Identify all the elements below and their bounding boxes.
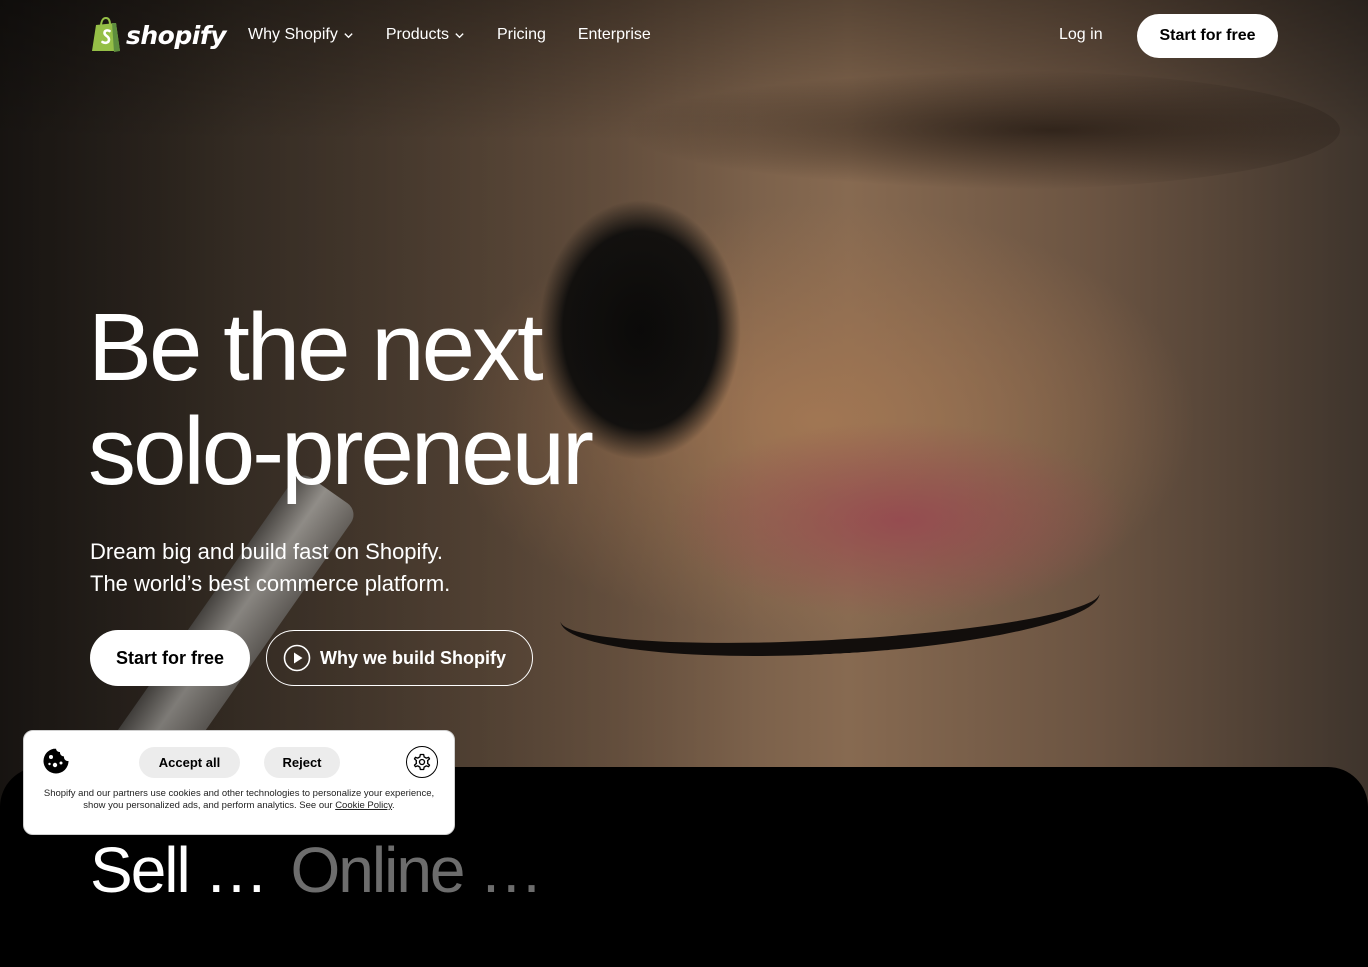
hero-sub-line2: The world’s best commerce platform. — [90, 571, 451, 596]
cookie-notice-text: Shopify and our partners use cookies and… — [43, 788, 435, 811]
next-section-heading-part-a: Sell … — [90, 834, 268, 906]
cookie-policy-link[interactable]: Cookie Policy — [335, 800, 392, 811]
next-section-heading: Sell … Online … — [90, 838, 543, 902]
hero-headline-line2: solo-preneur — [88, 398, 594, 505]
play-circle-icon — [283, 644, 311, 672]
shopping-bag-icon — [92, 17, 120, 52]
nav-item-label: Pricing — [496, 26, 546, 43]
login-link[interactable]: Log in — [1059, 26, 1103, 44]
hero-sub-line1: Dream big and build fast on Shopify. — [90, 539, 444, 564]
hero-start-for-free-button[interactable]: Start for free — [90, 630, 251, 686]
hero-cta-group: Start for free Why we build Shopify — [90, 630, 534, 686]
cookie-banner: Accept all Reject Shopify and our partne… — [23, 730, 455, 835]
cookie-reject-button[interactable]: Reject — [264, 747, 340, 778]
nav-item-pricing[interactable]: Pricing — [497, 26, 546, 44]
next-section-heading-part-b: Online … — [290, 834, 544, 906]
nav-item-label: Why Shopify — [248, 26, 338, 43]
nav-item-why-shopify[interactable]: Why Shopify — [248, 26, 354, 44]
nav-item-label: Enterprise — [577, 26, 651, 43]
cookie-settings-button[interactable] — [406, 746, 438, 778]
hero-headline-line1: Be the next — [88, 294, 544, 401]
why-we-build-shopify-label: Why we build Shopify — [320, 647, 507, 668]
shopify-logo[interactable]: shopify — [90, 17, 227, 53]
hero-subheading: Dream big and build fast on Shopify. The… — [90, 536, 450, 600]
hero-headline: Be the next solo-preneur — [88, 294, 594, 505]
logo-wordmark: shopify — [126, 20, 227, 50]
why-we-build-shopify-button[interactable]: Why we build Shopify — [266, 630, 534, 686]
nav-item-enterprise[interactable]: Enterprise — [578, 26, 651, 44]
chevron-down-icon — [455, 32, 464, 38]
start-for-free-button[interactable]: Start for free — [1137, 14, 1278, 58]
site-header: shopify Why Shopify Products Pricing Ent… — [0, 0, 1368, 72]
main-nav: Why Shopify Products Pricing Enterprise — [248, 26, 651, 44]
gear-icon — [413, 753, 431, 771]
chevron-down-icon — [344, 32, 353, 38]
cookie-icon — [43, 748, 69, 774]
cookie-accept-all-button[interactable]: Accept all — [139, 747, 240, 778]
nav-item-products[interactable]: Products — [386, 26, 465, 44]
nav-item-label: Products — [385, 26, 449, 43]
